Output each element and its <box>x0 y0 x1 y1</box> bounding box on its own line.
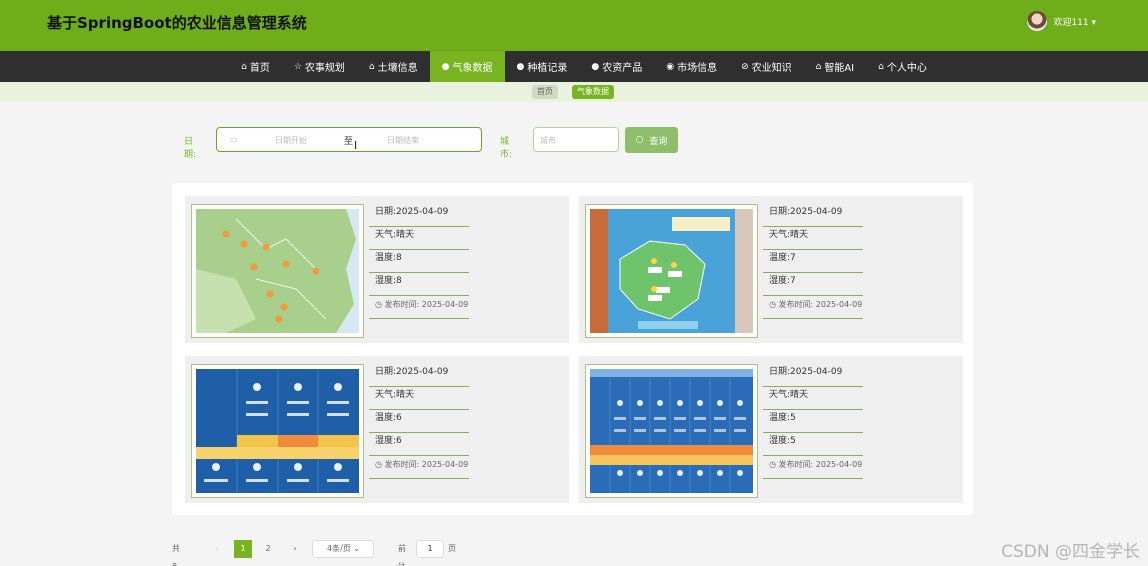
weather-info: 日期:2025-04-09 天气:晴天 温度:6 湿度:6 ◷ 发布时间: 20… <box>369 364 469 479</box>
weather-info: 日期:2025-04-09 天气:晴天 温度:5 湿度:5 ◷ 发布时间: 20… <box>763 364 863 479</box>
temperature-value: 温度:5 <box>763 410 863 433</box>
map-image <box>196 209 359 333</box>
app-title: 基于SpringBoot的农业信息管理系统 <box>47 14 307 32</box>
humidity-value: 湿度:7 <box>763 273 863 296</box>
humidity-value: 湿度:5 <box>763 433 863 456</box>
nav-item-planting[interactable]: ● 种植记录 <box>505 51 580 82</box>
weather-thumbnail[interactable] <box>585 364 758 498</box>
text-cursor-icon: I <box>354 139 358 152</box>
nav-item-soil[interactable]: ⌂ 土壤信息 <box>357 51 430 82</box>
temperature-value: 温度:8 <box>369 250 469 273</box>
search-icon: ○ <box>635 135 644 145</box>
query-label: 查询 <box>649 136 668 147</box>
nav-item-profile[interactable]: ⌂ 个人中心 <box>866 51 939 82</box>
weather-card[interactable]: 日期:2025-04-09 天气:晴天 温度:5 湿度:5 ◷ 发布时间: 20… <box>579 356 963 503</box>
nav-label: 农事规划 <box>304 63 345 74</box>
weather-thumbnail[interactable] <box>191 204 364 338</box>
breadcrumb-current: 气象数据 <box>572 85 614 99</box>
forecast-map-image <box>590 209 753 333</box>
nav-label: 首页 <box>249 63 270 74</box>
date-value: 日期:2025-04-09 <box>763 364 863 387</box>
nav-label: 个人中心 <box>886 63 927 74</box>
total-count: 共 8 条 <box>172 544 180 566</box>
globe-icon: ◉ <box>666 61 675 72</box>
nav-label: 种植记录 <box>527 63 568 74</box>
info-icon: ● <box>441 61 450 72</box>
page-button-1[interactable]: 1 <box>234 540 252 558</box>
user-label[interactable]: 欢迎111 ▾ <box>1053 15 1096 28</box>
humidity-value: 湿度:8 <box>369 273 469 296</box>
weather-info: 日期:2025-04-09 天气:晴天 温度:7 湿度:7 ◷ 发布时间: 20… <box>763 204 863 319</box>
nav-item-home[interactable]: ⌂ 首页 <box>229 51 282 82</box>
temperature-value: 温度:6 <box>369 410 469 433</box>
home-icon: ⌂ <box>241 61 247 72</box>
goto-page-input[interactable]: 1 <box>416 540 444 558</box>
info-icon: ● <box>516 61 525 72</box>
city-input[interactable]: 城市 <box>533 127 619 152</box>
date-range-picker[interactable]: ▭ 日期开始 至 I 日期结束 <box>216 127 482 152</box>
weather-card[interactable]: 日期:2025-04-09 天气:晴天 温度:7 湿度:7 ◷ 发布时间: 20… <box>579 196 963 343</box>
app-header: 基于SpringBoot的农业信息管理系统 欢迎111 ▾ <box>0 0 1148 51</box>
query-button[interactable]: ○ 查询 <box>625 127 678 153</box>
weather-value: 天气:晴天 <box>763 387 863 410</box>
weather-list-panel: 日期:2025-04-09 天气:晴天 温度:8 湿度:8 ◷ 发布时间: 20… <box>172 183 973 515</box>
date-start-input[interactable]: 日期开始 <box>275 135 307 146</box>
forecast-grid-image <box>590 369 753 493</box>
next-page-button[interactable]: › <box>286 540 304 558</box>
user-menu[interactable]: 欢迎111 ▾ <box>1027 11 1096 31</box>
nav-item-farm-plan[interactable]: ☆ 农事规划 <box>282 51 357 82</box>
nav-item-weather[interactable]: ● 气象数据 <box>429 51 505 82</box>
weather-value: 天气:晴天 <box>369 387 469 410</box>
publish-time: ◷ 发布时间: 2025-04-09 <box>763 456 863 479</box>
city-label: 城市: <box>500 137 513 160</box>
date-value: 日期:2025-04-09 <box>369 364 469 387</box>
nav-item-market[interactable]: ◉ 市场信息 <box>654 51 729 82</box>
weather-card[interactable]: 日期:2025-04-09 天气:晴天 温度:6 湿度:6 ◷ 发布时间: 20… <box>185 356 569 503</box>
weather-thumbnail[interactable] <box>191 364 364 498</box>
nav-label: 农业知识 <box>751 63 792 74</box>
nav-label: 气象数据 <box>452 63 493 74</box>
publish-time: ◷ 发布时间: 2025-04-09 <box>369 456 469 479</box>
breadcrumb-home[interactable]: 首页 <box>532 85 558 99</box>
temperature-value: 温度:7 <box>763 250 863 273</box>
avatar[interactable] <box>1027 11 1048 31</box>
nav-label: 智能AI <box>824 63 855 74</box>
star-icon: ☆ <box>293 61 302 72</box>
bag-icon: ⌂ <box>368 61 375 72</box>
page-button-2[interactable]: 2 <box>259 540 277 558</box>
page-size-select[interactable]: 4条/页 ⌄ <box>312 540 374 558</box>
info-icon: ● <box>591 61 600 72</box>
prev-page-button[interactable]: ‹ <box>208 540 226 558</box>
home-icon: ⌂ <box>815 61 822 72</box>
calendar-icon: ▭ <box>230 135 238 144</box>
forecast-table-image <box>196 369 359 493</box>
compass-icon: ⊘ <box>741 61 749 72</box>
humidity-value: 湿度:6 <box>369 433 469 456</box>
weather-value: 天气:晴天 <box>763 227 863 250</box>
main-nav: ⌂ 首页 ☆ 农事规划 ⌂ 土壤信息 ● 气象数据 ● 种植记录 ● 农资产品 ◉ 市场信息 … <box>0 51 1148 82</box>
nav-label: 农资产品 <box>602 63 643 74</box>
nav-item-supplies[interactable]: ● 农资产品 <box>579 51 654 82</box>
publish-time: ◷ 发布时间: 2025-04-09 <box>369 296 469 319</box>
date-end-input[interactable]: 日期结束 <box>387 135 419 146</box>
weather-card[interactable]: 日期:2025-04-09 天气:晴天 温度:8 湿度:8 ◷ 发布时间: 20… <box>185 196 569 343</box>
goto-label: 前往 <box>398 544 406 566</box>
date-value: 日期:2025-04-09 <box>763 204 863 227</box>
weather-info: 日期:2025-04-09 天气:晴天 温度:8 湿度:8 ◷ 发布时间: 20… <box>369 204 469 319</box>
breadcrumb: 首页 气象数据 <box>0 82 1148 102</box>
weather-value: 天气:晴天 <box>369 227 469 250</box>
nav-item-ai[interactable]: ⌂ 智能AI <box>804 51 867 82</box>
date-separator: 至 <box>344 137 354 147</box>
date-label: 日期: <box>184 137 197 160</box>
nav-label: 市场信息 <box>677 63 718 74</box>
nav-label: 土壤信息 <box>377 63 418 74</box>
watermark: CSDN @四金学长 <box>1001 542 1140 562</box>
page-unit-label: 页 <box>448 544 456 553</box>
weather-thumbnail[interactable] <box>585 204 758 338</box>
nav-item-knowledge[interactable]: ⊘ 农业知识 <box>729 51 804 82</box>
date-value: 日期:2025-04-09 <box>369 204 469 227</box>
home-icon: ⌂ <box>878 61 884 72</box>
publish-time: ◷ 发布时间: 2025-04-09 <box>763 296 863 319</box>
